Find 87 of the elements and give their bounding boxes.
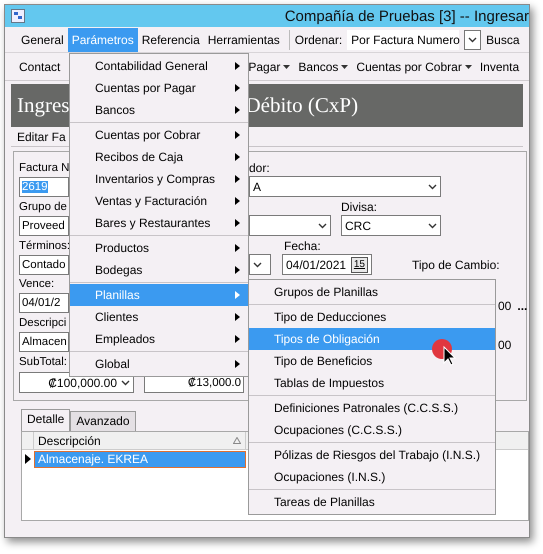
menu-item[interactable]: Bancos [70,99,248,121]
menu-bar-item[interactable]: General [17,28,68,52]
menu-bar-item[interactable]: Herramientas [204,28,284,52]
edit-label: Editar Fa [17,130,66,144]
field-label: Tipo de Cambio: [412,258,500,272]
menu-item[interactable]: Ventas y Facturación [70,190,248,212]
submenu-arrow-icon [235,266,240,274]
chevron-down-icon [428,222,437,228]
menu-item[interactable]: Inventarios y Compras [70,168,248,190]
chevron-down-icon [318,222,327,228]
row-pointer-icon [25,454,31,464]
toolbar-button[interactable]: Cuentas por Cobrar [352,60,476,74]
field-label: Términos: [19,239,69,253]
due-date-field[interactable]: 04/01/2 [19,293,69,313]
group-field[interactable]: Proveed [19,216,69,236]
caret-icon [283,64,290,68]
chevron-down-icon [121,380,130,386]
header-title: Ingres [17,93,70,118]
field-label: Vence: [19,277,56,291]
submenu-arrow-icon [235,291,240,299]
field-label: dor: [249,161,270,175]
menu-item[interactable]: Ocupaciones (I.N.S.) [249,466,495,488]
field-label: Factura N [19,161,69,175]
menu-item[interactable]: Bares y Restaurantes [70,212,248,234]
tab[interactable]: Detalle [21,409,70,431]
menu-item[interactable]: Tipo de Beneficios [249,350,495,372]
sort-icon [233,437,241,444]
field-label: Descripci [19,316,68,330]
description-field[interactable]: Almacen [19,332,69,352]
menu-item[interactable]: Productos [70,237,248,259]
submenu-arrow-icon [235,84,240,92]
menu-item[interactable]: Global [70,353,248,375]
submenu-arrow-icon [235,335,240,343]
search-label: Busca [486,32,520,46]
combo-field[interactable] [249,215,331,236]
field-label: Grupo de [19,200,68,214]
sort-field[interactable]: Por Factura Numero [347,30,460,50]
submenu-arrow-icon [235,106,240,114]
submenu-arrow-icon [235,153,240,161]
menu-item[interactable]: Definiciones Patronales (C.C.S.S.) [249,397,495,419]
more-button[interactable]: ... [517,299,528,313]
supplier-combo[interactable]: A [249,176,441,197]
field-label: Fecha: [284,239,321,253]
submenu-arrow-icon [235,197,240,205]
chevron-down-icon [253,262,262,268]
field-label: Divisa: [341,200,378,214]
chevron-down-icon [428,184,437,190]
menu-item[interactable]: Empleados [70,328,248,350]
toolbar-button[interactable]: Bancos [294,60,352,74]
sort-label: Ordenar: [294,32,342,46]
table-cell: Almacenaje. EKREA [34,450,246,468]
menu-item[interactable]: Grupos de Planillas [249,281,495,303]
submenu-arrow-icon [235,62,240,70]
amount-value: 00 [498,338,512,352]
submenu-arrow-icon [235,175,240,183]
tab[interactable]: Avanzado [70,411,136,431]
toolbar-button[interactable]: Inventa [476,60,524,74]
submenu-arrow-icon [235,219,240,227]
date-field[interactable]: 04/01/2021 15 [282,254,372,275]
chevron-down-icon [468,36,478,42]
currency-combo[interactable]: CRC [341,215,441,236]
menu-item[interactable]: Recibos de Caja [70,146,248,168]
menu-item[interactable]: Pólizas de Riesgos del Trabajo (I.N.S.) [249,444,495,466]
app-icon [11,9,25,23]
caret-icon [341,64,348,68]
submenu-arrow-icon [235,244,240,252]
menu-item[interactable]: Cuentas por Cobrar [70,124,248,146]
toolbar-button[interactable]: Contact [15,60,64,74]
menu-item[interactable]: Cuentas por Pagar [70,77,248,99]
submenu-arrow-icon [235,313,240,321]
window-title: Compañía de Pruebas [3] -- Ingresar [284,8,529,24]
submenu-arrow-icon [235,360,240,368]
caret-icon [464,64,472,68]
menu-item[interactable]: Tipo de Deducciones [249,306,495,328]
menu-item[interactable]: Tablas de Impuestos [249,372,495,394]
menu-item[interactable]: Clientes [70,306,248,328]
sort-dropdown-button[interactable] [464,30,482,50]
field-label: SubTotal: [19,355,68,369]
menu-item[interactable]: Tareas de Planillas [249,491,495,513]
submenu-arrow-icon [235,131,240,139]
menu-item[interactable]: Bodegas [70,259,248,281]
calendar-button[interactable]: 15 [350,256,368,272]
exchange-rate-value: 00 [498,299,512,313]
menu-bar-item[interactable]: Referencia [138,28,204,52]
menu-item[interactable]: Ocupaciones (C.C.S.S.) [249,419,495,441]
terms-field[interactable]: Contado [19,255,69,275]
combo-field[interactable] [249,254,271,275]
